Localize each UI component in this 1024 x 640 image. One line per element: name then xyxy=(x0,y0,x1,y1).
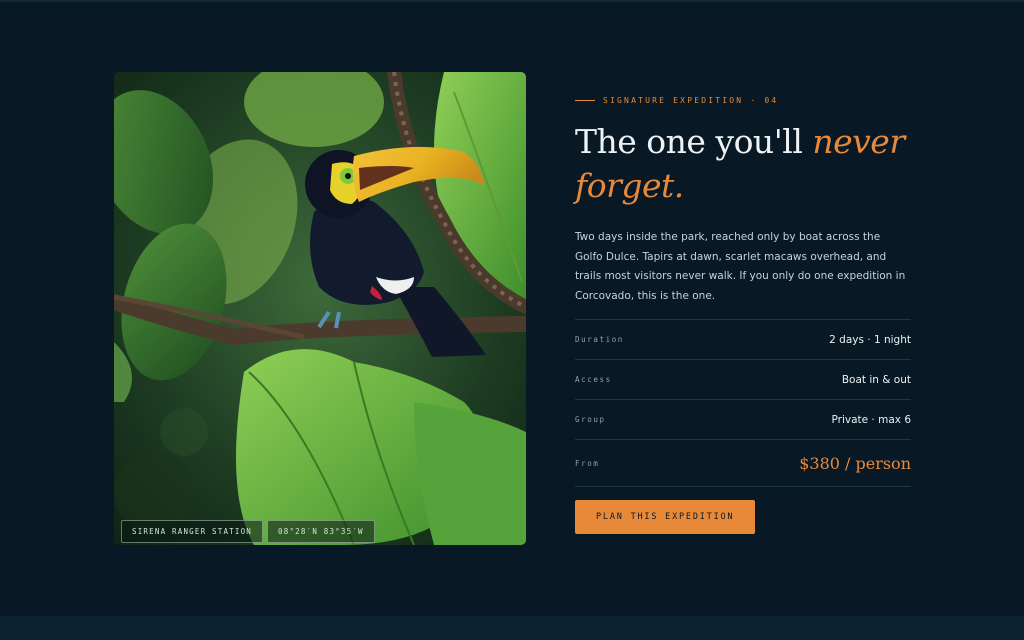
spec-value: Boat in & out xyxy=(841,373,911,386)
spec-value: 2 days · 1 night xyxy=(829,333,911,346)
spec-value: Private · max 6 xyxy=(831,413,911,426)
spec-row-access: Access Boat in & out xyxy=(575,360,911,400)
price-value: $380 / person xyxy=(799,453,911,473)
headline-main: The one you'll xyxy=(575,122,813,161)
description: Two days inside the park, reached only b… xyxy=(575,231,906,302)
page-title: The one you'll never forget. xyxy=(575,120,911,208)
eyebrow-text: Signature Expedition · 04 xyxy=(603,95,779,105)
spec-row-group: Group Private · max 6 xyxy=(575,400,911,440)
location-tag: Sirena Ranger Station xyxy=(121,520,264,543)
spec-list: Duration 2 days · 1 night Access Boat in… xyxy=(575,319,911,487)
top-rule xyxy=(0,0,1024,2)
expedition-photo: Sirena Ranger Station 08°28′N 83°35′W xyxy=(114,72,526,545)
expedition-details: Signature Expedition · 04 The one you'll… xyxy=(575,92,911,534)
spec-label: Access xyxy=(575,375,612,384)
coordinates-tag: 08°28′N 83°35′W xyxy=(267,520,375,543)
spec-label: Group xyxy=(575,415,606,424)
toucan-photo-illustration xyxy=(114,72,526,545)
price-label: From xyxy=(575,458,600,468)
eyebrow-line xyxy=(575,99,595,101)
spec-row-price: From $380 / person xyxy=(575,440,911,487)
plan-expedition-button[interactable]: Plan this expedition xyxy=(575,500,756,534)
eyebrow: Signature Expedition · 04 xyxy=(575,92,911,108)
bottom-band xyxy=(0,616,1024,640)
photo-tags: Sirena Ranger Station 08°28′N 83°35′W xyxy=(121,520,375,543)
spec-label: Duration xyxy=(575,335,624,344)
spec-row-duration: Duration 2 days · 1 night xyxy=(575,320,911,360)
